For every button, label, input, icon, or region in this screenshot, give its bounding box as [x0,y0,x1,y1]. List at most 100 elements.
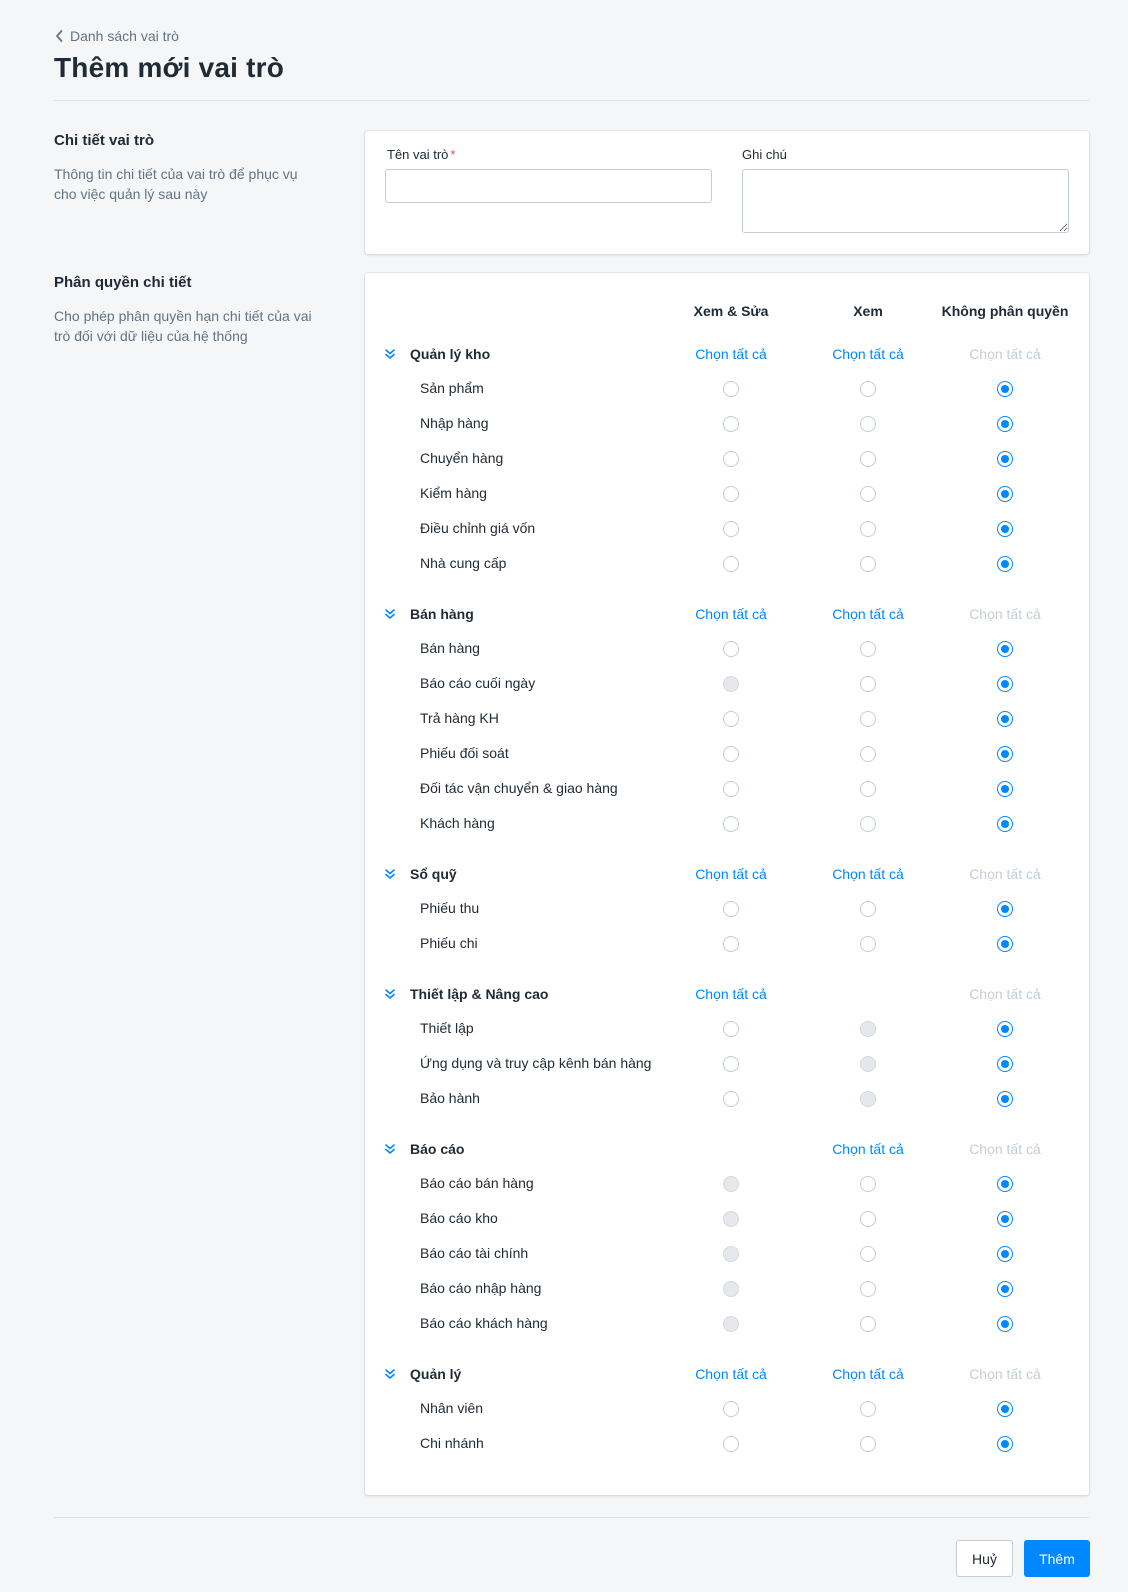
radio-unchecked[interactable] [723,816,739,832]
radio-unchecked[interactable] [860,936,876,952]
radio-checked[interactable] [997,711,1013,727]
permission-group-name: Thiết lập & Nâng cao [410,986,549,1002]
select-all-link[interactable]: Chọn tất cả [798,346,938,362]
permission-row: Ứng dụng và truy cập kênh bán hàng [365,1047,1089,1082]
double-chevron-down-icon[interactable] [383,987,397,1001]
double-chevron-down-icon[interactable] [383,1142,397,1156]
radio-disabled [723,1176,739,1192]
radio-unchecked[interactable] [723,521,739,537]
footer-divider [54,1517,1089,1518]
radio-checked[interactable] [997,1316,1013,1332]
radio-unchecked[interactable] [723,486,739,502]
radio-unchecked[interactable] [860,1246,876,1262]
radio-unchecked[interactable] [723,781,739,797]
select-all-link[interactable]: Chọn tất cả [798,866,938,882]
radio-checked[interactable] [997,641,1013,657]
radio-unchecked[interactable] [860,416,876,432]
radio-checked[interactable] [997,556,1013,572]
radio-checked[interactable] [997,936,1013,952]
permission-row: Báo cáo nhập hàng [365,1272,1089,1307]
radio-checked[interactable] [997,416,1013,432]
radio-unchecked[interactable] [860,486,876,502]
radio-unchecked[interactable] [723,1056,739,1072]
breadcrumb-back-link[interactable]: Danh sách vai trò [54,28,179,44]
select-all-link[interactable]: Chọn tất cả [798,606,938,622]
radio-unchecked[interactable] [860,901,876,917]
radio-unchecked[interactable] [860,1401,876,1417]
permission-group-header: Quản lý Chọn tất cả Chọn tất cả Chọn tất cả [365,1357,1089,1392]
radio-unchecked[interactable] [860,1176,876,1192]
permissions-card: Xem & Sửa Xem Không phân quyền Quản lý k… [365,273,1089,1495]
cancel-button[interactable]: Huỷ [956,1540,1013,1577]
radio-unchecked[interactable] [723,936,739,952]
select-all-link[interactable]: Chọn tất cả [661,986,801,1002]
radio-unchecked[interactable] [860,781,876,797]
column-header-view-edit: Xem & Sửa [693,303,769,319]
radio-unchecked[interactable] [723,746,739,762]
radio-unchecked[interactable] [723,556,739,572]
role-name-input[interactable] [385,169,712,203]
radio-checked[interactable] [997,1021,1013,1037]
radio-unchecked[interactable] [860,746,876,762]
select-all-link[interactable]: Chọn tất cả [798,1366,938,1382]
radio-checked[interactable] [997,781,1013,797]
radio-unchecked[interactable] [723,1021,739,1037]
radio-unchecked[interactable] [723,1436,739,1452]
radio-checked[interactable] [997,1211,1013,1227]
radio-unchecked[interactable] [860,1436,876,1452]
double-chevron-down-icon[interactable] [383,347,397,361]
permission-name: Phiếu đối soát [420,745,509,761]
radio-checked[interactable] [997,1056,1013,1072]
permission-name: Nhập hàng [420,415,489,431]
radio-unchecked[interactable] [860,556,876,572]
radio-unchecked[interactable] [723,451,739,467]
breadcrumb-label[interactable]: Danh sách vai trò [70,28,179,44]
permission-name: Nhà cung cấp [420,555,507,571]
select-all-link[interactable]: Chọn tất cả [661,606,801,622]
radio-unchecked[interactable] [860,1316,876,1332]
radio-checked[interactable] [997,451,1013,467]
radio-checked[interactable] [997,486,1013,502]
permission-row: Bảo hành [365,1082,1089,1117]
radio-unchecked[interactable] [723,416,739,432]
select-all-link[interactable]: Chọn tất cả [661,1366,801,1382]
radio-checked[interactable] [997,1091,1013,1107]
radio-checked[interactable] [997,1436,1013,1452]
radio-unchecked[interactable] [723,381,739,397]
radio-disabled [860,1021,876,1037]
radio-unchecked[interactable] [723,641,739,657]
radio-checked[interactable] [997,901,1013,917]
radio-checked[interactable] [997,676,1013,692]
radio-checked[interactable] [997,1281,1013,1297]
radio-checked[interactable] [997,816,1013,832]
radio-unchecked[interactable] [860,451,876,467]
radio-checked[interactable] [997,381,1013,397]
radio-checked[interactable] [997,746,1013,762]
radio-unchecked[interactable] [723,901,739,917]
note-textarea[interactable] [742,169,1069,233]
radio-unchecked[interactable] [723,1091,739,1107]
radio-checked[interactable] [997,1176,1013,1192]
radio-unchecked[interactable] [860,711,876,727]
permission-name: Thiết lập [420,1020,474,1036]
radio-checked[interactable] [997,521,1013,537]
radio-unchecked[interactable] [860,381,876,397]
double-chevron-down-icon[interactable] [383,867,397,881]
select-all-link[interactable]: Chọn tất cả [661,866,801,882]
radio-checked[interactable] [997,1401,1013,1417]
radio-unchecked[interactable] [860,641,876,657]
radio-unchecked[interactable] [860,676,876,692]
double-chevron-down-icon[interactable] [383,607,397,621]
permission-name: Khách hàng [420,815,495,831]
radio-unchecked[interactable] [723,1401,739,1417]
radio-unchecked[interactable] [860,1211,876,1227]
add-button[interactable]: Thêm [1024,1540,1090,1577]
radio-unchecked[interactable] [860,816,876,832]
select-all-link[interactable]: Chọn tất cả [798,1141,938,1157]
radio-unchecked[interactable] [723,711,739,727]
radio-unchecked[interactable] [860,1281,876,1297]
select-all-link[interactable]: Chọn tất cả [661,346,801,362]
radio-checked[interactable] [997,1246,1013,1262]
radio-unchecked[interactable] [860,521,876,537]
double-chevron-down-icon[interactable] [383,1367,397,1381]
